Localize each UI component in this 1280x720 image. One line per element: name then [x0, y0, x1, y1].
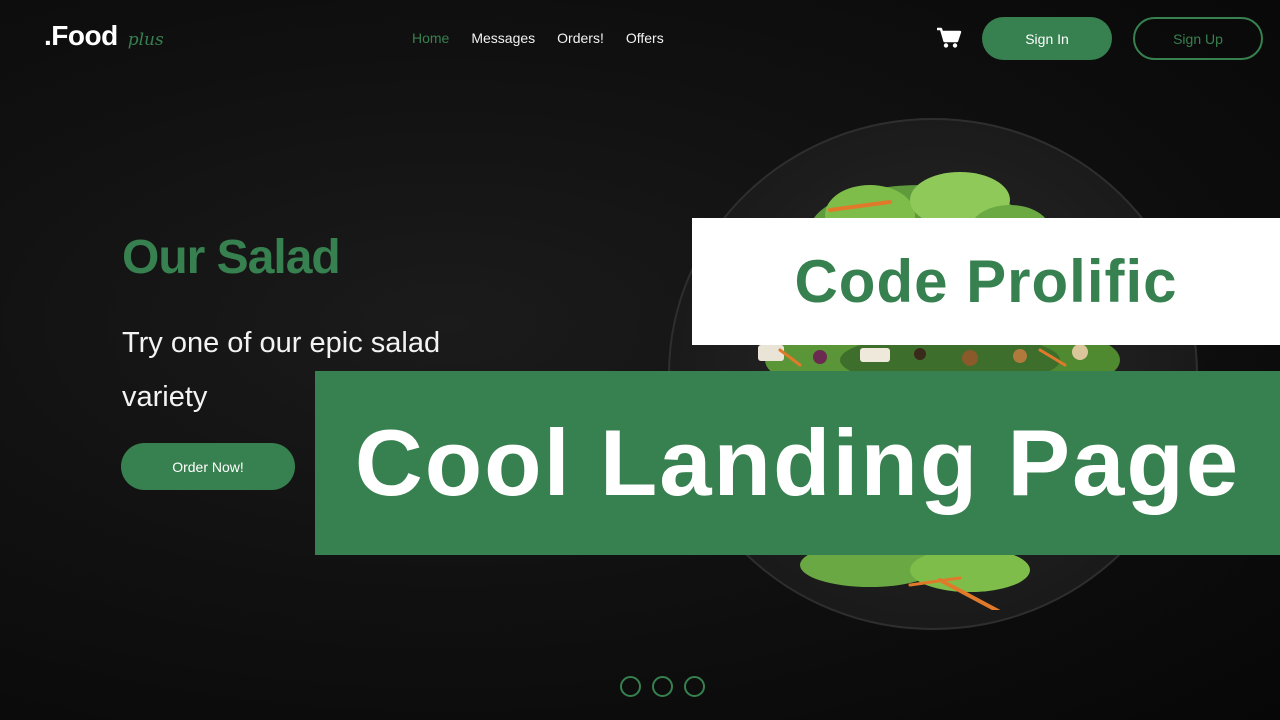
carousel-dot-3[interactable]	[684, 676, 705, 697]
carousel-indicators	[620, 676, 705, 697]
order-now-button[interactable]: Order Now!	[121, 443, 295, 490]
sign-up-button[interactable]: Sign Up	[1133, 17, 1263, 60]
nav-link-orders[interactable]: Orders!	[557, 30, 604, 46]
headline-banner: Cool Landing Page	[315, 371, 1280, 555]
channel-name: Code Prolific	[794, 248, 1178, 315]
shopping-cart-icon[interactable]	[936, 27, 962, 49]
nav-link-home[interactable]: Home	[412, 30, 449, 46]
main-nav: Home Messages Orders! Offers	[412, 30, 664, 46]
headline-text: Cool Landing Page	[354, 410, 1241, 515]
brand-logo[interactable]: .Food plus	[44, 20, 164, 52]
channel-banner: Code Prolific	[692, 218, 1280, 345]
sign-in-button[interactable]: Sign In	[982, 17, 1112, 60]
brand-tagline: plus	[127, 30, 164, 50]
carousel-dot-1[interactable]	[620, 676, 641, 697]
carousel-dot-2[interactable]	[652, 676, 673, 697]
hero-title: Our Salad	[122, 231, 341, 284]
brand-name: .Food	[44, 20, 118, 51]
nav-link-messages[interactable]: Messages	[471, 30, 535, 46]
nav-link-offers[interactable]: Offers	[626, 30, 664, 46]
